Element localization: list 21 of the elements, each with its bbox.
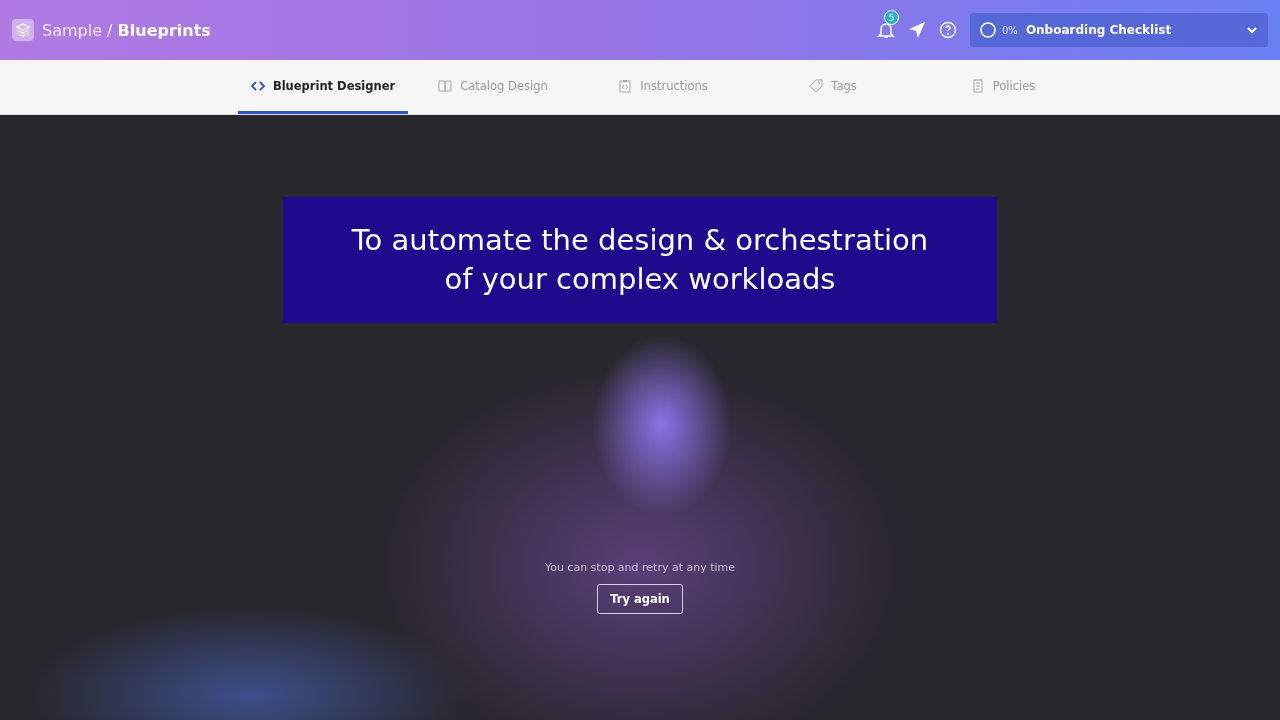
caption-banner: To automate the design & orchestration of your complex workloads	[283, 197, 997, 323]
book-icon	[438, 78, 453, 93]
tab[interactable]: Instructions	[578, 60, 748, 114]
tab[interactable]: Tags	[748, 60, 918, 114]
send-icon[interactable]	[908, 21, 926, 39]
bell-icon[interactable]	[876, 20, 896, 40]
tag-icon	[809, 78, 824, 93]
try-again-button[interactable]: Try again	[597, 584, 683, 614]
help-icon[interactable]	[939, 21, 957, 39]
breadcrumb: Sample / Blueprints	[42, 20, 211, 40]
doc-icon	[970, 78, 985, 93]
clipboard-icon	[618, 78, 633, 93]
progress-ring-icon	[980, 22, 996, 38]
layers-logo-icon	[12, 19, 34, 41]
tab[interactable]: Catalog Design	[408, 60, 578, 114]
notification-badge: 5	[884, 10, 899, 25]
onboarding-checklist-dropdown[interactable]: 0% Onboarding Checklist	[970, 13, 1268, 47]
chevron-icon	[1246, 24, 1258, 36]
tab[interactable]: Policies	[918, 60, 1088, 114]
code-icon	[250, 78, 265, 93]
retry-message: You can stop and retry at any time	[544, 561, 736, 574]
